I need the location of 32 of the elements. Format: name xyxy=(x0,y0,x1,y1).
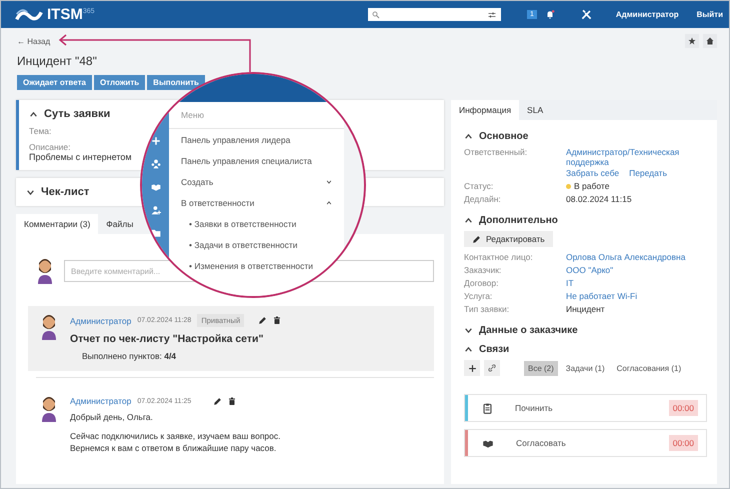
relation-title: Согласовать xyxy=(516,438,567,448)
field-label: Описание: xyxy=(29,142,72,152)
field-label: Статус: xyxy=(464,181,494,193)
section-title: Основное xyxy=(479,131,528,142)
relation-title: Починить xyxy=(515,403,554,413)
field-label: Контактное лицо: xyxy=(464,252,534,264)
section-title: Данные о заказчике xyxy=(479,325,578,336)
comment-text: Добрый день, Ольга. xyxy=(70,412,154,424)
comment-text: Сейчас подключились к заявке, изучаем ваш вопрос. xyxy=(70,431,282,443)
field-label: Дедлайн: xyxy=(464,194,502,206)
field-value: 08.02.2024 11:15 xyxy=(566,194,633,204)
section-title: Дополнительно xyxy=(479,215,558,226)
field-label: Ответственный: xyxy=(464,147,528,159)
logo-text: ITSM$^{365}$ xyxy=(47,6,95,23)
status-value: В работе xyxy=(566,181,707,191)
field-label: Договор: xyxy=(464,278,500,290)
field-value: Проблемы с интернетом xyxy=(29,152,132,162)
field-label: Услуга: xyxy=(464,291,494,303)
section-title: Суть заявки xyxy=(44,108,110,120)
comment-text: Выполнено пунктов: 4/4 xyxy=(82,351,178,361)
menu-title: Меню xyxy=(169,102,344,129)
field-label: Заказчик: xyxy=(464,265,502,277)
timer-badge: 00:00 xyxy=(668,435,698,451)
page-title: Инцидент "48" xyxy=(17,54,98,68)
comment-text: Вернемся к вам с ответом в ближайшие пару часов. xyxy=(70,442,278,454)
comment-title: Отчет по чек-листу "Настройка сети" xyxy=(70,333,264,345)
field-label: Тип заявки: xyxy=(464,304,510,316)
field-label: Тема: xyxy=(29,126,52,136)
section-title: Связи xyxy=(479,344,510,355)
section-title: Чек-лист xyxy=(41,186,90,198)
field-value: Инцидент xyxy=(566,304,606,314)
timer-badge: 00:00 xyxy=(668,400,698,416)
